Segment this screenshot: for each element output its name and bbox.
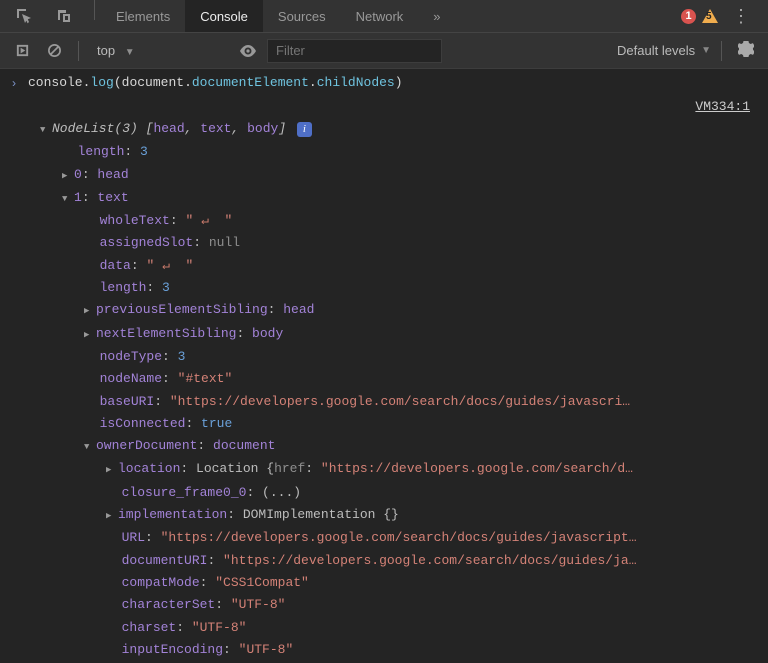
prop-nodename: nodeName: "#text" <box>40 368 768 390</box>
warning-count-badge[interactable]: 5 <box>702 9 718 23</box>
prop-nextsibling[interactable]: nextElementSibling: body <box>40 323 768 346</box>
prop-index-1[interactable]: 1: text <box>40 187 768 210</box>
console-output: › console.log(document.documentElement.c… <box>0 69 768 663</box>
tab-network[interactable]: Network <box>341 0 419 32</box>
play-icon[interactable] <box>8 43 36 58</box>
devtools-tabbar: Elements Console Sources Network » 1 5 ⋮ <box>0 0 768 33</box>
context-selector[interactable]: top ▼ <box>89 39 229 62</box>
prop-inputencoding: inputEncoding: "UTF-8" <box>40 639 768 661</box>
prop-baseuri: baseURI: "https://developers.google.com/… <box>40 391 768 413</box>
divider <box>721 41 722 61</box>
nodelist-header[interactable]: NodeList(3) [head, text, body] i <box>40 118 768 141</box>
prop-length2: length: 3 <box>40 277 768 299</box>
console-input-row: › console.log(document.documentElement.c… <box>0 73 768 93</box>
prop-assignedslot: assignedSlot: null <box>40 232 768 254</box>
tab-sources[interactable]: Sources <box>263 0 341 32</box>
info-icon[interactable]: i <box>297 122 312 137</box>
prop-data: data: " ↵ " <box>40 255 768 277</box>
prop-charset: charset: "UTF-8" <box>40 617 768 639</box>
chevron-down-icon: ▼ <box>125 47 135 58</box>
tab-console[interactable]: Console <box>185 0 263 32</box>
log-levels-selector[interactable]: Default levels ▼ <box>617 43 711 58</box>
entered-command: console.log(document.documentElement.chi… <box>28 75 403 91</box>
tabs-overflow[interactable]: » <box>418 0 455 32</box>
prop-url: URL: "https://developers.google.com/sear… <box>40 527 768 549</box>
prop-length: length: 3 <box>40 141 768 163</box>
prop-prevsibling[interactable]: previousElementSibling: head <box>40 299 768 322</box>
prop-characterset: characterSet: "UTF-8" <box>40 594 768 616</box>
clear-console-icon[interactable] <box>40 43 68 58</box>
prop-nodetype: nodeType: 3 <box>40 346 768 368</box>
source-link[interactable]: VM334:1 <box>0 93 768 114</box>
divider <box>78 41 79 61</box>
prop-implementation[interactable]: implementation: DOMImplementation {} <box>40 504 768 527</box>
result-tree: NodeList(3) [head, text, body] i length:… <box>0 114 768 661</box>
live-expression-icon[interactable] <box>233 45 263 57</box>
prop-isconnected: isConnected: true <box>40 413 768 435</box>
tab-elements[interactable]: Elements <box>101 0 185 32</box>
gear-icon[interactable] <box>732 41 760 60</box>
chevron-down-icon: ▼ <box>701 45 711 56</box>
kebab-menu-icon[interactable]: ⋮ <box>724 6 758 27</box>
log-levels-label: Default levels <box>617 43 695 58</box>
prop-location[interactable]: location: Location {href: "https://devel… <box>40 458 768 481</box>
prop-ownerdocument[interactable]: ownerDocument: document <box>40 435 768 458</box>
prompt-icon: › <box>0 75 28 91</box>
prop-documenturi: documentURI: "https://developers.google.… <box>40 550 768 572</box>
context-label: top <box>97 43 115 58</box>
console-toolbar: top ▼ Default levels ▼ <box>0 33 768 69</box>
prop-index-0[interactable]: 0: head <box>40 164 768 187</box>
prop-wholetext: wholeText: " ↵ " <box>40 210 768 232</box>
inspect-icon[interactable] <box>10 8 38 24</box>
prop-closureframe: closure_frame0_0: (...) <box>40 482 768 504</box>
device-toggle-icon[interactable] <box>50 8 78 24</box>
divider <box>94 0 95 20</box>
prop-compatmode: compatMode: "CSS1Compat" <box>40 572 768 594</box>
error-count-badge[interactable]: 1 <box>681 9 696 24</box>
filter-input[interactable] <box>267 39 442 63</box>
